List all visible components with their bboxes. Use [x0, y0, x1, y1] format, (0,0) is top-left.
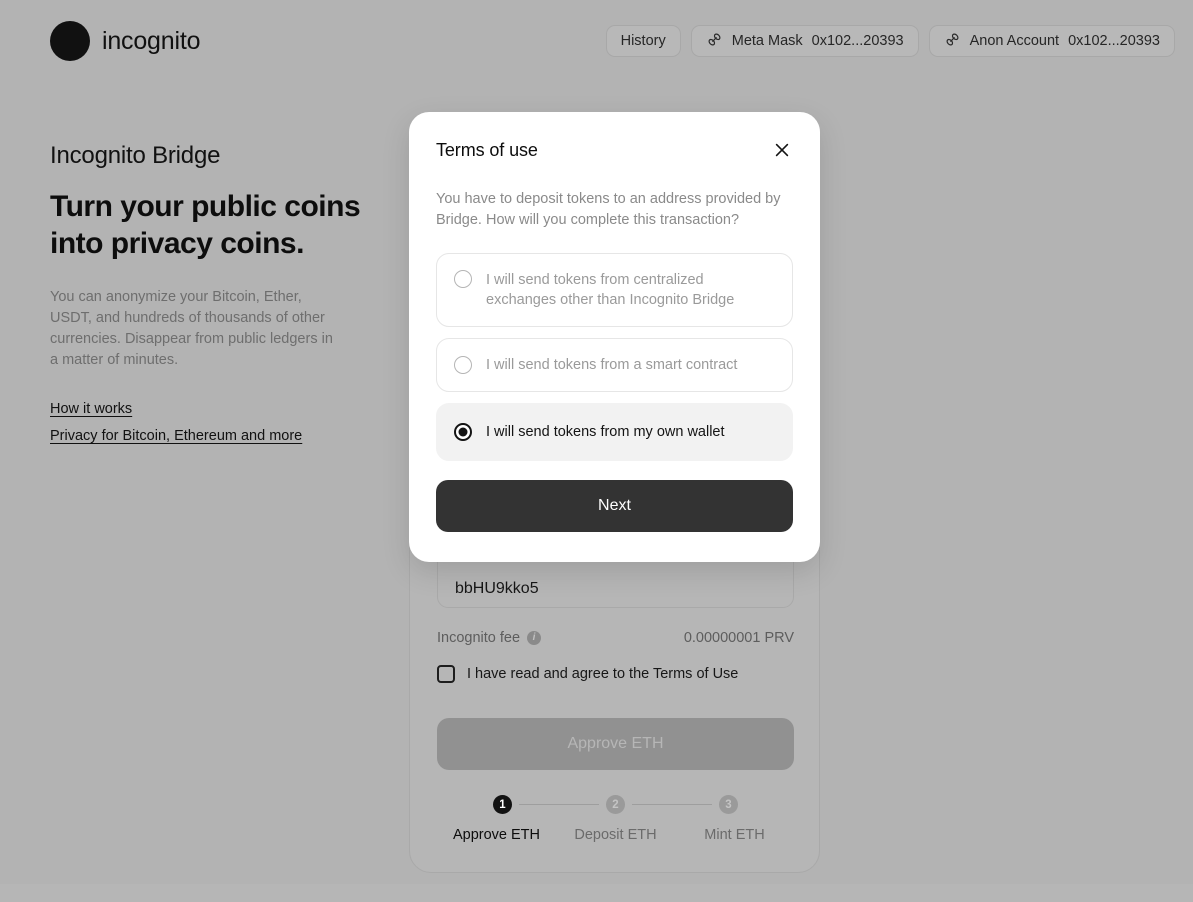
circle-logo-icon — [50, 21, 90, 61]
hero-description: You can anonymize your Bitcoin, Ether, U… — [50, 289, 333, 368]
option-label-centralized-exchanges: I will send tokens from centralized exch… — [486, 272, 735, 308]
app-header: incognito History Meta Mask 0x102...2039… — [0, 0, 1193, 82]
header-actions: History Meta Mask 0x102...20393 Anon Acc… — [605, 25, 1175, 57]
stepper-track: 1 2 3 — [437, 795, 794, 814]
history-button[interactable]: History — [605, 25, 681, 57]
deposit-address-value: bbHU9kko5 — [455, 580, 539, 597]
terms-of-use-modal: Terms of use You have to deposit tokens … — [409, 112, 820, 562]
terms-checkbox[interactable] — [437, 665, 455, 683]
how-it-works-link[interactable]: How it works — [50, 401, 132, 417]
fee-label: Incognito fee — [437, 630, 521, 646]
radio-centralized-exchanges[interactable] — [454, 270, 472, 288]
step-connector-1 — [519, 804, 599, 805]
progress-stepper: 1 2 3 Approve ETH Deposit ETH Mint ETH — [437, 795, 794, 843]
step-dot-3: 3 — [719, 795, 738, 814]
terms-agree-row[interactable]: I have read and agree to the Terms of Us… — [437, 665, 738, 683]
option-label-own-wallet: I will send tokens from my own wallet — [486, 424, 725, 440]
fee-value: 0.00000001 PRV — [683, 630, 794, 646]
step-connector-2 — [632, 804, 712, 805]
modal-description: You have to deposit tokens to an address… — [436, 191, 781, 228]
hero-headline: Turn your public coins into privacy coin… — [50, 190, 361, 260]
link-icon — [706, 31, 723, 52]
step-label-1: Approve ETH — [452, 827, 541, 843]
info-icon[interactable]: i — [527, 631, 542, 645]
page-bottom-strip — [0, 884, 1193, 902]
brand-name: incognito — [102, 26, 201, 55]
close-icon — [773, 141, 791, 162]
history-button-label: History — [620, 33, 666, 49]
step-dot-1: 1 — [493, 795, 512, 814]
approve-eth-button[interactable]: Approve ETH — [437, 718, 794, 770]
next-button[interactable]: Next — [436, 480, 793, 532]
privacy-info-link[interactable]: Privacy for Bitcoin, Ethereum and more — [50, 428, 302, 444]
hero-links: How it works Privacy for Bitcoin, Ethere… — [50, 401, 380, 444]
option-label-smart-contract: I will send tokens from a smart contract — [486, 357, 738, 373]
brand-logo: incognito — [50, 21, 200, 61]
wallet-button-metamask[interactable]: Meta Mask 0x102...20393 — [690, 25, 919, 57]
hero-section: Incognito Bridge Turn your public coins … — [50, 142, 380, 455]
option-own-wallet[interactable]: I will send tokens from my own wallet — [436, 403, 793, 461]
fee-row: Incognito fee i 0.00000001 PRV — [437, 630, 794, 646]
stepper-labels: Approve ETH Deposit ETH Mint ETH — [437, 827, 794, 843]
wallet-address-metamask: 0x102...20393 — [811, 33, 904, 49]
step-dot-2: 2 — [606, 795, 625, 814]
page-title: Incognito Bridge — [50, 142, 221, 169]
fee-label-group: Incognito fee i — [437, 630, 542, 646]
terms-checkbox-label: I have read and agree to the Terms of Us… — [467, 666, 739, 682]
wallet-button-anon-account[interactable]: Anon Account 0x102...20393 — [928, 25, 1175, 57]
page-root: incognito History Meta Mask 0x102...2039… — [0, 0, 1193, 902]
close-button[interactable] — [771, 140, 793, 162]
modal-header: Terms of use — [436, 140, 793, 162]
wallet-name-anon-account: Anon Account — [969, 33, 1060, 49]
radio-own-wallet[interactable] — [454, 423, 472, 441]
option-centralized-exchanges[interactable]: I will send tokens from centralized exch… — [436, 253, 793, 327]
wallet-name-metamask: Meta Mask — [731, 33, 803, 49]
modal-title: Terms of use — [436, 140, 538, 160]
radio-smart-contract[interactable] — [454, 356, 472, 374]
step-label-2: Deposit ETH — [574, 827, 657, 843]
link-icon — [944, 31, 961, 52]
wallet-address-anon-account: 0x102...20393 — [1068, 33, 1160, 49]
option-smart-contract[interactable]: I will send tokens from a smart contract — [436, 338, 793, 392]
step-label-3: Mint ETH — [704, 827, 765, 843]
